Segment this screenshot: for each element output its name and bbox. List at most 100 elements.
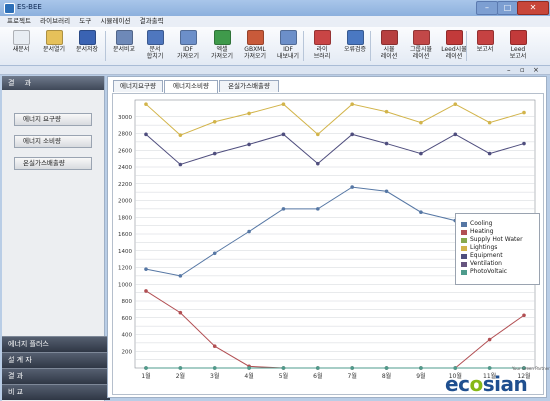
toolbar-button-label: 새문서: [12, 46, 30, 53]
x-tick-label: 4월: [244, 372, 253, 380]
report-button[interactable]: 보고서: [469, 30, 501, 53]
simulation-button[interactable]: 시뮬 레이션: [373, 30, 405, 60]
menu-simulation[interactable]: 시뮬레이션: [101, 16, 131, 27]
compare-button[interactable]: 문서비교: [108, 30, 140, 53]
menu-tools[interactable]: 도구: [79, 16, 91, 27]
menu-library[interactable]: 라이브러리: [40, 16, 70, 27]
chart-legend: Cooling Heating Supply Hot Water Lightings E…: [455, 213, 540, 285]
mdi-minimize-icon[interactable]: –: [507, 66, 511, 74]
open-folder-icon: [45, 30, 63, 45]
group-simulation-button[interactable]: 그룹시뮬 레이션: [405, 30, 437, 60]
idf-export-button[interactable]: IDF 내보내기: [272, 30, 304, 60]
y-tick-label: 400: [122, 333, 133, 339]
data-point: [281, 132, 286, 137]
data-point: [144, 102, 148, 106]
y-tick-label: 1000: [118, 282, 132, 288]
validation-icon: [346, 30, 364, 45]
result-panel-header: 결 과: [2, 76, 104, 90]
energy-demand-button[interactable]: 에너지 요구량: [14, 113, 92, 126]
data-point: [419, 366, 423, 370]
data-point: [487, 366, 492, 370]
y-tick-label: 2200: [118, 182, 132, 188]
data-point: [384, 109, 389, 114]
data-point: [350, 185, 354, 189]
logo-letter: s: [482, 372, 495, 396]
data-point: [350, 366, 354, 370]
minimize-button[interactable]: –: [476, 1, 498, 15]
nav-compare[interactable]: 비 교: [2, 384, 110, 400]
window-title-bar: ES-BEE – □ ✕: [0, 0, 550, 17]
legend-label: Equipment: [470, 252, 503, 259]
x-tick-label: 8월: [382, 372, 391, 380]
leed-report-button[interactable]: Leed 보고서: [502, 30, 534, 60]
compare-icon: [115, 30, 133, 45]
y-tick-label: 600: [122, 316, 133, 322]
legend-entry: Supply Hot Water: [456, 236, 539, 244]
gbxml-import-button[interactable]: GBXML 가져오기: [239, 30, 271, 60]
data-point: [419, 120, 423, 125]
data-point: [144, 366, 148, 370]
excel-import-button[interactable]: 엑셀 가져오기: [206, 30, 238, 60]
data-point: [453, 102, 458, 106]
toolbar-button-label: 시뮬 레이션: [380, 46, 398, 60]
legend-entry: PhotoVoltaic: [456, 268, 539, 276]
data-point: [144, 289, 148, 293]
idf-import-button[interactable]: IDF 가져오기: [172, 30, 204, 60]
data-point: [419, 210, 423, 215]
data-point: [212, 344, 217, 349]
y-tick-label: 1400: [118, 249, 132, 255]
open-folder-button[interactable]: 문서열기: [38, 30, 70, 53]
legend-label: PhotoVoltaic: [470, 268, 508, 275]
data-point: [212, 151, 217, 156]
legend-entry: Ventilation: [456, 260, 539, 268]
save-icon: [78, 30, 96, 45]
energy-consumption-button[interactable]: 에너지 소비량: [14, 135, 92, 148]
data-point: [178, 162, 183, 167]
maximize-button[interactable]: □: [497, 1, 518, 15]
nav-energyplus[interactable]: 에너지 플러스: [2, 336, 110, 352]
gbxml-import-icon: [246, 30, 264, 45]
data-point: [281, 102, 286, 106]
data-point: [212, 119, 217, 124]
y-tick-label: 2400: [118, 165, 132, 171]
window-title: ES-BEE: [17, 3, 42, 11]
data-point: [384, 366, 389, 370]
y-tick-label: 2000: [118, 199, 132, 205]
y-tick-label: 3000: [118, 115, 132, 121]
mdi-close-icon[interactable]: ×: [533, 66, 539, 74]
tab-energy-consumption[interactable]: 에너지소비량: [164, 80, 218, 93]
library-icon: [313, 30, 331, 45]
toolbar-button-label: GBXML 가져오기: [243, 46, 267, 60]
result-panel: 결 과 에너지 요구량 에너지 소비량 온실가스배출량 에너지 플러스 설 계 …: [2, 76, 110, 401]
nav-designer[interactable]: 설 계 자: [2, 352, 110, 368]
merge-button[interactable]: 문서 합치기: [139, 30, 171, 60]
data-point: [522, 141, 526, 146]
save-button[interactable]: 문서저장: [71, 30, 103, 53]
data-point: [178, 366, 183, 370]
menu-result-output[interactable]: 결과출력: [140, 16, 164, 27]
x-tick-label: 3월: [210, 372, 219, 380]
tab-ghg-emission[interactable]: 온실가스배출량: [219, 80, 279, 92]
library-button[interactable]: 라이 브러리: [306, 30, 338, 60]
mdi-restore-icon[interactable]: ▫: [520, 66, 525, 74]
toolbar-button-label: 문서비교: [112, 46, 136, 53]
close-button[interactable]: ✕: [517, 1, 549, 15]
toolbar-button-label: 라이 브러리: [313, 46, 331, 60]
data-point: [316, 207, 320, 211]
data-point: [419, 151, 423, 156]
logo-letter: a: [500, 372, 514, 396]
validation-button[interactable]: 오류검증: [339, 30, 371, 53]
legend-swatch: [461, 238, 467, 243]
nav-results[interactable]: 결 과: [2, 368, 110, 384]
data-point: [350, 132, 354, 137]
logo-letter: c: [458, 372, 470, 396]
toolbar-button-label: 보고서: [476, 46, 494, 53]
ecosian-logo: ecosian: [445, 372, 528, 396]
menu-project[interactable]: 프로젝트: [7, 16, 31, 27]
data-point: [247, 142, 251, 147]
tab-energy-demand[interactable]: 에너지요구량: [113, 80, 163, 92]
ghg-emission-button[interactable]: 온실가스배출량: [14, 157, 92, 170]
y-tick-label: 1200: [118, 266, 132, 272]
new-doc-button[interactable]: 새문서: [5, 30, 37, 53]
legend-swatch: [461, 230, 467, 235]
